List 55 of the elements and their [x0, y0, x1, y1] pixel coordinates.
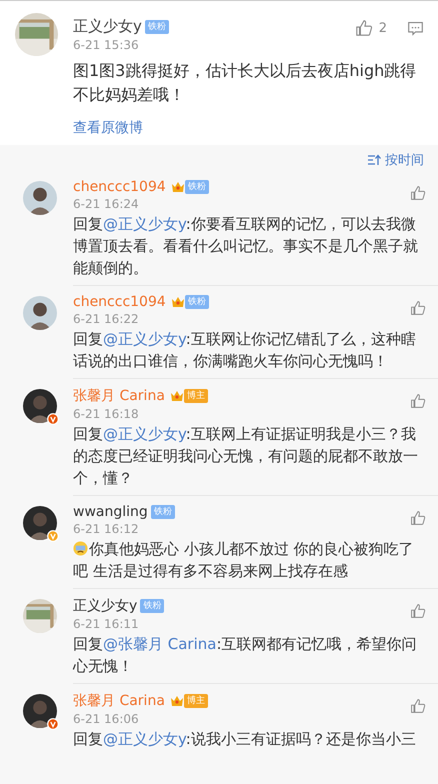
blogger-badge: 博主	[184, 694, 208, 708]
thumbs-up-icon[interactable]	[410, 300, 426, 316]
thumbs-up-icon[interactable]	[410, 393, 426, 409]
avatar	[23, 694, 57, 728]
crown-icon	[170, 296, 185, 308]
comment-time: 6-21 16:12	[73, 522, 140, 536]
view-original-link[interactable]: 查看原微博	[73, 119, 143, 137]
crown-icon	[170, 181, 185, 193]
fan-badge: 铁粉	[150, 505, 175, 519]
comment-time: 6-21 16:06	[73, 712, 140, 726]
blogger-badge: 博主	[184, 389, 208, 403]
comment-text: 你真他妈恶心 小孩儿都不放过 你的良心被狗吃了吧 生活是过得有多不容易来网上找存在感	[73, 539, 415, 582]
comment-time: 6-21 16:11	[73, 617, 140, 631]
comment-icon[interactable]	[407, 20, 424, 36]
comment-text: 回复@正义少女y:你要看互联网的记忆，可以去我微博置顶去看。看看什么叫记忆。事实不是几个黑子就能颠倒的。	[73, 214, 419, 279]
thumbs-up-icon[interactable]	[354, 19, 373, 37]
author-name[interactable]: 正义少女y	[73, 597, 138, 615]
comment-text: 回复@正义少女y:互联网上有证据证明我是小三？我的态度已经证明我问心无愧，有问题的屁都不敢放一个，懂？	[73, 424, 419, 489]
author-name[interactable]: 正义少女y	[73, 17, 142, 36]
mention-link[interactable]: @正义少女y	[103, 425, 186, 443]
avatar	[23, 181, 57, 215]
comment-time: 6-21 16:18	[73, 407, 140, 421]
mention-link[interactable]: @正义少女y	[103, 730, 186, 748]
author-name[interactable]: 张馨月 Carina	[73, 692, 165, 710]
thumbs-up-icon[interactable]	[410, 603, 426, 619]
comment-text: 回复@正义少女y:说我小三有证据吗？还是你当小三	[73, 729, 417, 750]
author-name[interactable]: chenccc1094	[73, 294, 166, 310]
avatar	[23, 296, 57, 330]
comment-time: 6-21 16:22	[73, 312, 140, 326]
mention-link[interactable]: @正义少女y	[103, 215, 186, 233]
author-name[interactable]: 张馨月 Carina	[73, 387, 165, 405]
mention-link[interactable]: @张馨月 Carina	[103, 635, 216, 653]
post-time: 6-21 15:36	[73, 38, 140, 52]
author-name[interactable]: chenccc1094	[73, 179, 166, 195]
fan-badge: 铁粉	[184, 180, 209, 194]
sweat-face-icon	[73, 541, 88, 556]
comment-text: 回复@正义少女y:互联网让你记忆错乱了么，这种瞎话说的出口谁信，你满嘴跑火车你问心无愧吗！	[73, 329, 417, 372]
thumbs-up-icon[interactable]	[410, 185, 426, 201]
thumbs-up-icon[interactable]	[410, 698, 426, 714]
fan-badge: 铁粉	[140, 599, 164, 613]
sort-icon	[367, 154, 381, 166]
avatar	[23, 389, 57, 423]
crown-icon	[170, 695, 184, 707]
thumbs-up-icon[interactable]	[410, 510, 426, 526]
fan-badge: 铁粉	[144, 20, 169, 34]
avatar	[23, 506, 57, 540]
comment-text: 回复@张馨月 Carina:互联网都有记忆哦，希望你问心无愧！	[73, 634, 418, 677]
like-count: 2	[378, 20, 387, 36]
post-text: 图1图3跳得挺好，估计长大以后去夜店high跳得不比妈妈差哦！	[73, 60, 418, 106]
author-name[interactable]: wwangling	[73, 504, 148, 520]
crown-icon	[170, 390, 184, 402]
sort-by-time-button[interactable]: 按时间	[367, 149, 424, 171]
fan-badge: 铁粉	[184, 295, 209, 309]
comment-time: 6-21 16:24	[73, 197, 140, 211]
mention-link[interactable]: @正义少女y	[103, 330, 186, 348]
